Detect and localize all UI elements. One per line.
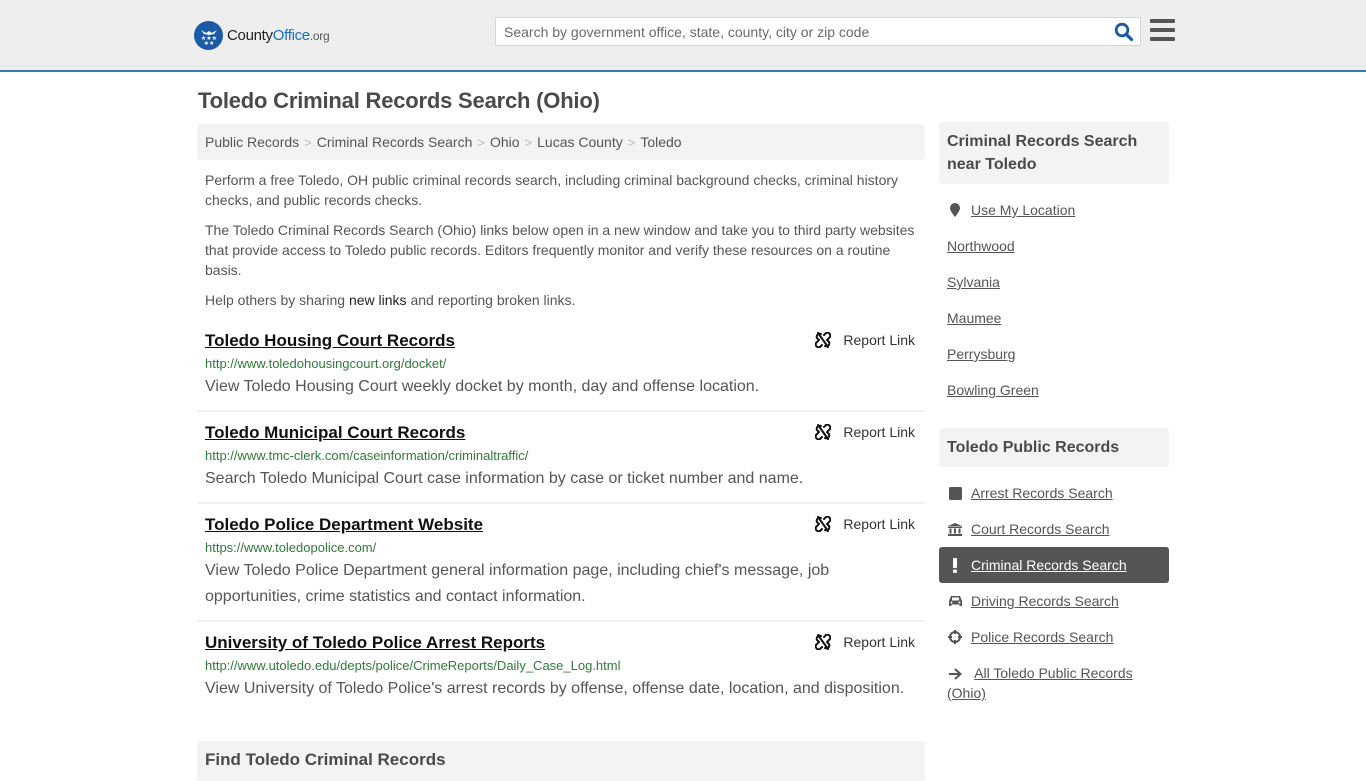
results-list: Toledo Housing Court Records Report Link… [197,326,925,712]
nearby-list: Use My Location Northwood Sylvania Maume… [939,192,1169,408]
intro-text: Perform a free Toledo, OH public crimina… [205,170,921,320]
sidebar-item-court-records[interactable]: Court Records Search [939,511,1169,547]
search-icon[interactable] [1114,22,1134,42]
sidebar-item-driving-records[interactable]: Driving Records Search [939,583,1169,619]
breadcrumb-toledo[interactable]: Toledo [640,134,681,150]
nearby-city-link-sylvania[interactable]: Sylvania [947,274,1000,290]
eagle-stars-icon: ★★★ ★★ [194,20,223,50]
arrow-right-icon [947,668,963,681]
nearby-city-item: Maumee [939,300,1169,336]
nearby-city-item: Northwood [939,228,1169,264]
breadcrumb-public-records[interactable]: Public Records [205,134,299,150]
public-records-list: Arrest Records Search Court Records Sear… [939,475,1169,711]
crosshairs-icon [947,630,963,644]
report-link-button[interactable]: Report Link [815,332,915,348]
sidebar-item-criminal-records[interactable]: Criminal Records Search [939,547,1169,583]
car-icon [947,595,963,607]
exclamation-icon [947,557,963,573]
new-links-link[interactable]: new links [349,292,407,308]
result-item: Toledo Police Department Website Report … [197,504,925,622]
broken-link-icon [815,424,832,440]
result-item: Toledo Housing Court Records Report Link… [197,326,925,412]
sidebar-item-all-public-records[interactable]: All Toledo Public Records (Ohio) [939,655,1169,711]
result-title-link[interactable]: Toledo Housing Court Records [205,330,455,352]
find-records-section: Find Toledo Criminal Records [197,741,925,781]
use-my-location-link[interactable]: Use My Location [971,202,1075,218]
nearby-city-link-bowling-green[interactable]: Bowling Green [947,382,1039,398]
share-links-paragraph: Help others by sharing new links and rep… [205,292,576,308]
svg-text:★★: ★★ [203,40,214,46]
broken-link-icon [815,332,832,348]
result-title-link[interactable]: University of Toledo Police Arrest Repor… [205,632,545,654]
breadcrumb-separator: > [627,135,636,150]
result-description: View Toledo Police Department general in… [205,562,830,605]
breadcrumb-separator: > [477,135,485,150]
result-item: Toledo Municipal Court Records Report Li… [197,412,925,504]
breadcrumb-ohio[interactable]: Ohio [490,134,520,150]
nearby-city-item: Bowling Green [939,372,1169,408]
result-description: Search Toledo Municipal Court case infor… [205,470,804,487]
broken-link-icon [815,516,832,532]
result-url[interactable]: https://www.toledopolice.com/ [205,539,917,557]
search-input[interactable] [496,18,1106,45]
use-my-location-item: Use My Location [939,192,1169,228]
nearby-city-item: Sylvania [939,264,1169,300]
result-item: University of Toledo Police Arrest Repor… [197,622,925,712]
public-records-heading: Toledo Public Records [939,428,1169,467]
square-icon [947,486,963,500]
sidebar-item-arrest-records[interactable]: Arrest Records Search [939,475,1169,511]
map-pin-icon [947,202,963,218]
courthouse-icon [947,522,963,536]
result-url[interactable]: http://www.utoledo.edu/depts/police/Crim… [205,657,917,675]
broken-link-icon [815,634,832,650]
result-url[interactable]: http://www.toledohousingcourt.org/docket… [205,355,917,373]
breadcrumb-criminal-records-search[interactable]: Criminal Records Search [317,134,473,150]
sidebar-item-police-records[interactable]: Police Records Search [939,619,1169,655]
breadcrumb-lucas-county[interactable]: Lucas County [537,134,623,150]
nearby-city-item: Perrysburg [939,336,1169,372]
result-description: View Toledo Housing Court weekly docket … [205,378,760,395]
page-title: Toledo Criminal Records Search (Ohio) [198,88,600,113]
logo[interactable]: ★★★ ★★ CountyOffice.org [194,20,330,50]
nearby-heading: Criminal Records Search near Toledo [939,122,1169,184]
breadcrumb: Public Records > Criminal Records Search > O… [197,124,925,160]
logo-text: CountyOffice.org [227,26,330,44]
result-title-link[interactable]: Toledo Police Department Website [205,514,483,536]
site-header: ★★★ ★★ CountyOffice.org [0,0,1366,72]
nearby-city-link-northwood[interactable]: Northwood [947,238,1015,254]
intro-paragraph: The Toledo Criminal Records Search (Ohio… [205,222,915,278]
hamburger-menu-icon[interactable] [1150,19,1175,41]
find-records-heading: Find Toledo Criminal Records [205,750,446,769]
nearby-city-link-maumee[interactable]: Maumee [947,310,1001,326]
report-link-button[interactable]: Report Link [815,424,915,440]
result-url[interactable]: http://www.tmc-clerk.com/caseinformation… [205,447,917,465]
intro-paragraph: Perform a free Toledo, OH public crimina… [205,172,899,208]
nearby-city-link-perrysburg[interactable]: Perrysburg [947,346,1015,362]
result-title-link[interactable]: Toledo Municipal Court Records [205,422,465,444]
breadcrumb-separator: > [524,135,533,150]
result-description: View University of Toledo Police's arres… [205,680,905,697]
report-link-button[interactable]: Report Link [815,516,915,532]
report-link-button[interactable]: Report Link [815,634,915,650]
breadcrumb-separator: > [304,135,312,150]
search-box [495,17,1141,46]
